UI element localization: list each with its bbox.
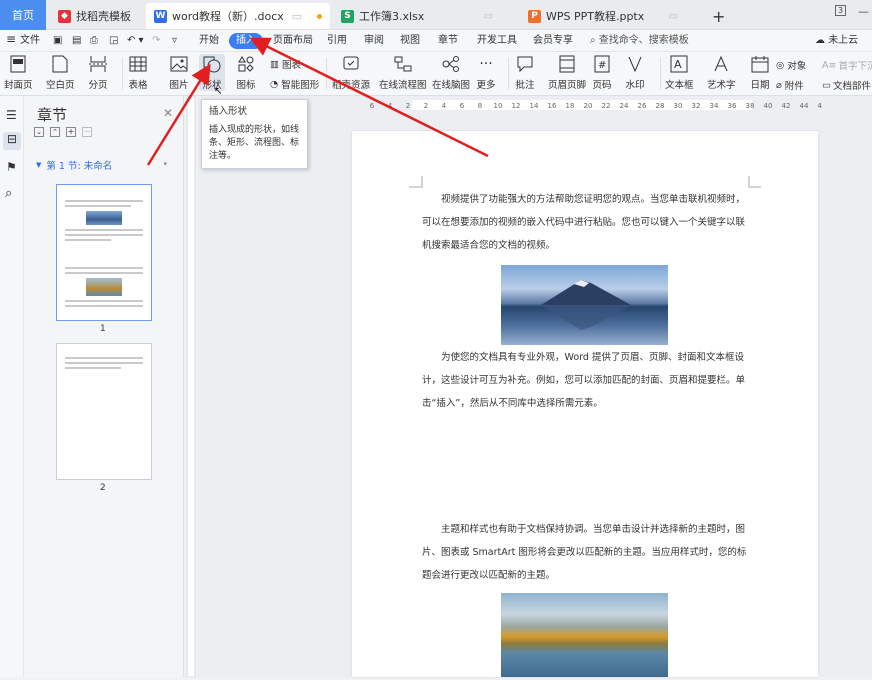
annotation-arrow-insert [249, 37, 489, 158]
annotation-overlay [146, 37, 489, 166]
annotation-arrow-shape [146, 63, 211, 166]
